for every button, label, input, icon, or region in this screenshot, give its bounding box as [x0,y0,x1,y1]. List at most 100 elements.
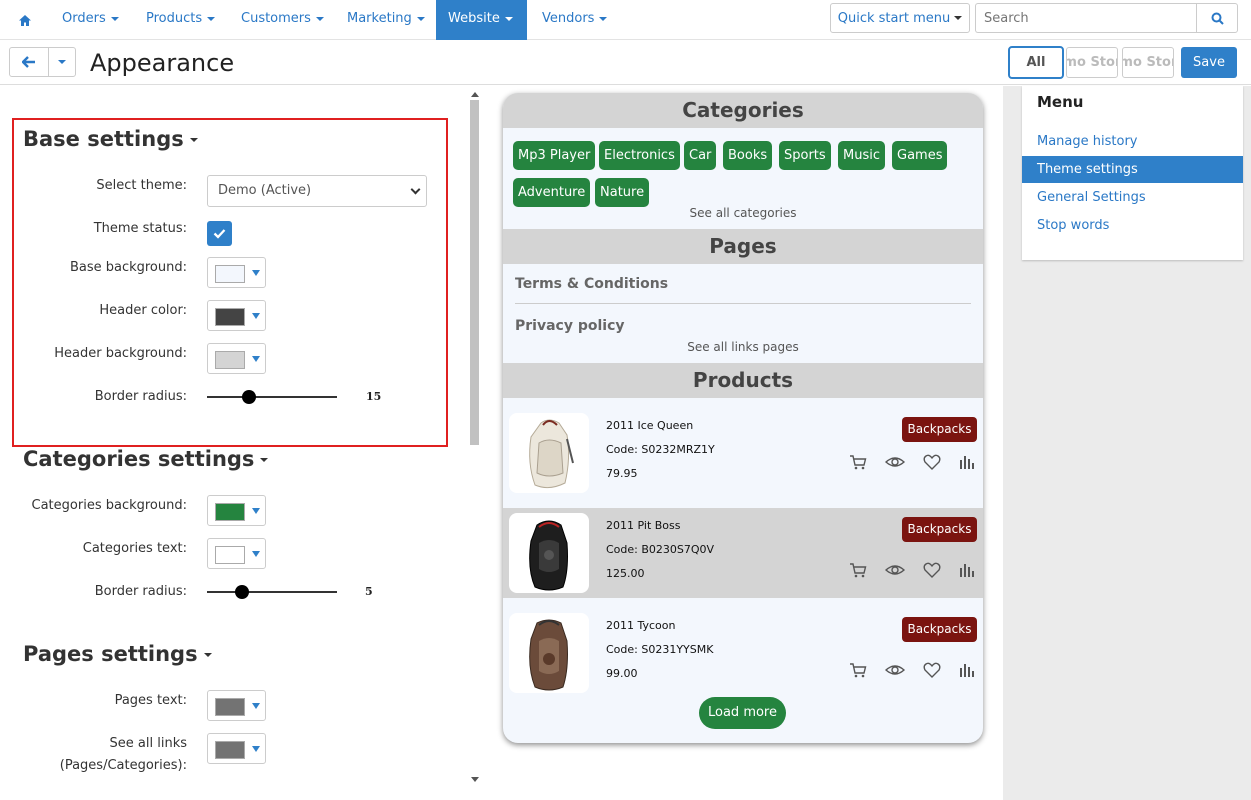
see-all-links-label-line2: (Pages/Categories): [59,758,187,773]
nav-products[interactable]: Products [134,0,227,40]
nav-website[interactable]: Website [436,0,527,40]
header-background-picker[interactable] [207,343,266,374]
heart-icon[interactable] [923,454,941,470]
categories-background-picker[interactable] [207,495,266,526]
product-name[interactable]: 2011 Pit Boss [606,519,681,532]
header-background-label: Header background: [54,346,187,361]
product-row[interactable]: 2011 Tycoon Code: S0231YYSMK 99.00 Backp… [503,608,983,698]
compare-icon[interactable] [959,454,975,470]
heart-icon[interactable] [923,562,941,578]
slider-handle[interactable] [235,585,249,599]
select-theme-dropdown[interactable]: Demo (Active) [207,175,427,207]
product-price: 79.95 [606,467,638,480]
border-radius-value: 15 [366,390,382,403]
product-image[interactable] [509,613,589,693]
heart-icon[interactable] [923,662,941,678]
category-tag[interactable]: Car [684,141,717,170]
slider-handle[interactable] [242,390,256,404]
chevron-down-icon [58,60,66,64]
back-dropdown-button[interactable] [48,47,76,77]
product-actions [849,454,975,470]
store-demo-label-1: Demo Store [1067,55,1117,70]
products-header: Products [503,363,983,398]
category-tag[interactable]: Sports [779,141,831,170]
product-image[interactable] [509,413,589,493]
categories-border-radius-label: Border radius: [94,584,187,599]
load-more-button[interactable]: Load more [699,697,786,729]
menu-item-manage-history[interactable]: Manage history [1022,128,1243,155]
pages-text-picker[interactable] [207,690,266,721]
page-link[interactable]: Terms & Conditions [515,276,668,292]
store-demo-button-1[interactable]: Demo Store [1066,47,1118,78]
store-demo-button-2[interactable]: Demo Store [1122,47,1174,78]
product-name[interactable]: 2011 Ice Queen [606,419,693,432]
save-button[interactable]: Save [1181,47,1237,78]
quick-start-menu-button[interactable]: Quick start menu [830,3,970,33]
category-tag[interactable]: Nature [595,178,650,207]
theme-status-label: Theme status: [93,221,187,236]
product-row[interactable]: 2011 Ice Queen Code: S0232MRZ1Y 79.95 Ba… [503,408,983,498]
menu-item-stop-words[interactable]: Stop words [1022,212,1243,239]
categories-settings-title[interactable]: Categories settings [23,447,269,471]
page-link[interactable]: Privacy policy [515,318,625,334]
search-button[interactable] [1196,3,1238,33]
header-color-picker[interactable] [207,300,266,331]
product-badge: Backpacks [902,617,977,642]
product-code: Code: S0231YYSMK [606,643,714,656]
see-all-links-picker[interactable] [207,733,266,764]
pages-text-label: Pages text: [114,693,187,708]
pages-header: Pages [503,229,983,264]
search-input[interactable] [975,3,1197,33]
dropdown-arrow-icon [252,356,260,362]
nav-marketing[interactable]: Marketing [335,0,437,40]
category-tag[interactable]: Music [838,141,885,170]
color-swatch [215,351,245,369]
category-tag[interactable]: Games [892,141,948,170]
compare-icon[interactable] [959,662,975,678]
product-name[interactable]: 2011 Tycoon [606,619,676,632]
dropdown-arrow-icon [252,508,260,514]
see-all-pages-link[interactable]: See all links pages [503,340,983,354]
categories-background-label: Categories background: [31,498,187,513]
nav-marketing-label: Marketing [347,11,412,26]
menu-item-general-settings[interactable]: General Settings [1022,184,1243,211]
base-background-picker[interactable] [207,257,266,288]
eye-icon[interactable] [885,562,905,578]
nav-orders[interactable]: Orders [50,0,131,40]
theme-status-checkbox[interactable] [207,221,232,246]
category-tag[interactable]: Books [723,141,773,170]
nav-customers[interactable]: Customers [229,0,336,40]
scroll-up-icon[interactable] [471,92,479,97]
categories-border-radius-slider[interactable] [207,585,337,599]
categories-text-picker[interactable] [207,538,266,569]
categories-header: Categories [503,93,983,128]
category-tag[interactable]: Mp3 Player [513,141,596,170]
border-radius-slider[interactable] [207,390,337,404]
border-radius-label: Border radius: [94,389,187,404]
product-row[interactable]: 2011 Pit Boss Code: B0230S7Q0V 125.00 Ba… [503,508,983,598]
product-image[interactable] [509,513,589,593]
store-all-button[interactable]: All [1008,46,1064,79]
nav-customers-label: Customers [241,11,311,26]
eye-icon[interactable] [885,662,905,678]
see-all-categories-link[interactable]: See all categories [503,206,983,220]
nav-products-label: Products [146,11,203,26]
cart-icon[interactable] [849,662,867,678]
base-background-label: Base background: [69,260,187,275]
nav-vendors[interactable]: Vendors [530,0,619,40]
pages-settings-title[interactable]: Pages settings [23,642,212,666]
category-tag[interactable]: Adventure [513,178,591,207]
compare-icon[interactable] [959,562,975,578]
scroll-down-icon[interactable] [471,777,479,782]
settings-scrollbar[interactable] [468,92,482,782]
cart-icon[interactable] [849,454,867,470]
eye-icon[interactable] [885,454,905,470]
menu-item-theme-settings[interactable]: Theme settings [1022,156,1243,183]
cart-icon[interactable] [849,562,867,578]
scroll-thumb[interactable] [470,100,479,445]
home-icon[interactable] [10,0,40,40]
category-tag[interactable]: Electronics [599,141,680,170]
base-settings-title[interactable]: Base settings [23,127,198,151]
divider [515,303,971,304]
back-button[interactable] [9,47,49,77]
